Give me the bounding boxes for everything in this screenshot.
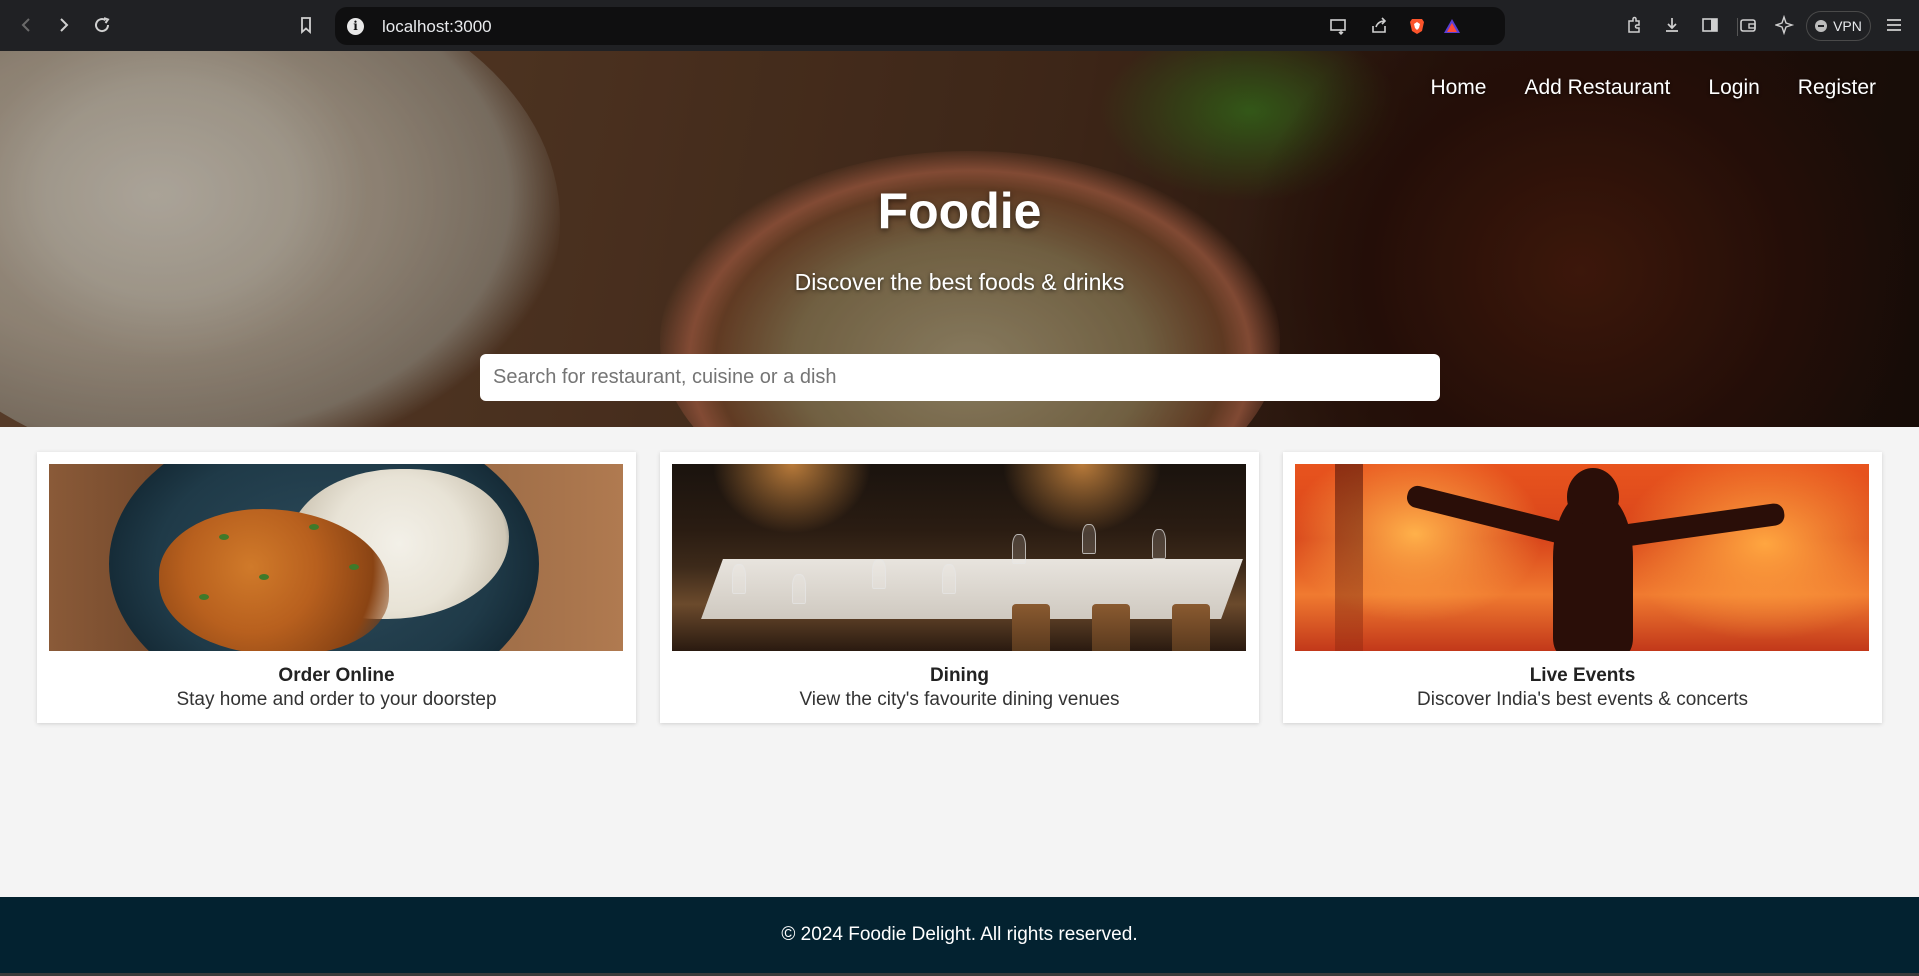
card-description: Stay home and order to your doorstep [176,689,497,710]
wallet-icon[interactable] [1736,13,1760,37]
search-input[interactable] [480,354,1440,401]
nav-add-restaurant[interactable]: Add Restaurant [1524,76,1670,100]
card-order-online[interactable]: Order Online Stay home and order to your… [37,452,636,723]
nav-login[interactable]: Login [1708,76,1759,100]
nav-home[interactable]: Home [1430,76,1486,100]
card-title: Dining [929,665,990,686]
info-icon[interactable]: i [347,18,364,35]
card-live-events[interactable]: Live Events Discover India's best events… [1283,452,1882,723]
nav-register[interactable]: Register [1798,76,1876,100]
download-icon[interactable] [1660,13,1684,37]
vpn-status-icon [1815,20,1828,32]
brave-shield-icon[interactable] [1406,15,1428,37]
brave-rewards-icon[interactable] [1441,15,1463,37]
card-title: Order Online [278,665,395,686]
card-description: View the city's favourite dining venues [799,689,1120,710]
url-text[interactable]: localhost:3000 [382,17,492,37]
share-icon[interactable] [1368,15,1390,37]
card-title: Live Events [1529,665,1636,686]
sidebar-icon[interactable] [1698,13,1722,37]
dining-image [672,464,1246,651]
back-icon[interactable] [14,13,38,37]
reload-icon[interactable] [90,13,114,37]
extensions-icon[interactable] [1622,13,1646,37]
main-nav: Home Add Restaurant Login Register [1430,76,1876,100]
live-events-image [1295,464,1869,651]
site-title: Foodie [877,183,1042,239]
cast-icon[interactable] [1327,15,1349,37]
vpn-button[interactable]: VPN [1806,11,1871,41]
address-bar[interactable]: i localhost:3000 [335,7,1738,45]
hero-banner: Home Add Restaurant Login Register Foodi… [0,51,1919,427]
forward-icon[interactable] [52,13,76,37]
browser-toolbar: i localhost:3000 VPN [0,0,1919,51]
bookmark-icon[interactable] [294,13,318,37]
card-dining[interactable]: Dining View the city's favourite dining … [660,452,1259,723]
leo-ai-icon[interactable] [1773,13,1797,37]
order-online-image [49,464,623,651]
menu-icon[interactable] [1882,13,1906,37]
vpn-label: VPN [1833,18,1862,34]
site-tagline: Discover the best foods & drinks [794,269,1125,295]
site-footer: © 2024 Foodie Delight. All rights reserv… [0,897,1919,973]
copyright-text: © 2024 Foodie Delight. All rights reserv… [781,924,1138,945]
card-description: Discover India's best events & concerts [1417,689,1748,710]
